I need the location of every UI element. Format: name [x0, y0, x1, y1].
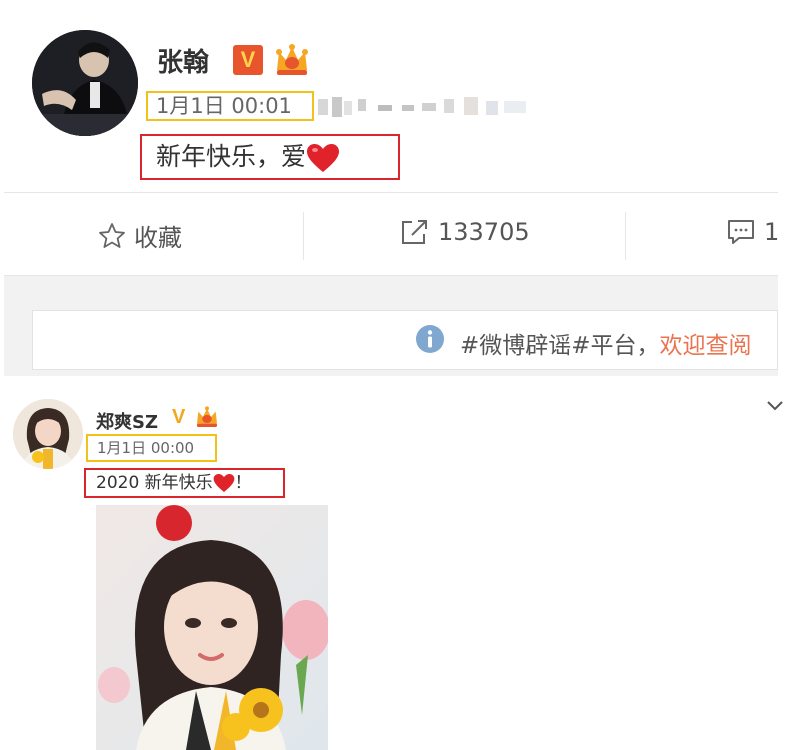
favorite-label: 收藏 — [134, 224, 182, 252]
notice-link[interactable]: 欢迎查阅 — [660, 333, 752, 359]
info-icon — [415, 324, 445, 354]
author-name[interactable]: 郑爽SZ — [96, 408, 158, 434]
avatar-photo — [32, 30, 138, 136]
post-text: 新年快乐，爱 — [156, 142, 307, 171]
crown-icon[interactable] — [273, 42, 311, 78]
post-text-end: ！ — [234, 473, 252, 493]
favorite-button[interactable]: 收藏 — [98, 218, 182, 253]
comment-count: 1 — [764, 218, 780, 246]
blurred-source — [318, 95, 528, 119]
comment-icon — [728, 220, 754, 244]
post-photo — [96, 505, 328, 750]
notice-text: #微博辟谣#平台，欢迎查阅 — [460, 326, 752, 360]
avatar-photo — [13, 399, 83, 469]
notice-prefix: #微博辟谣#平台， — [460, 333, 660, 359]
verified-v-icon: V — [172, 406, 186, 428]
post-time[interactable]: 1月1日 00:00 — [97, 439, 194, 457]
chevron-down-icon[interactable] — [766, 398, 784, 412]
post-text-highlight: 新年快乐，爱 — [140, 134, 400, 180]
repost-count: 133705 — [438, 218, 530, 246]
divider — [625, 212, 626, 260]
author-avatar[interactable] — [13, 399, 83, 469]
repost-icon — [402, 220, 427, 244]
post-text: 2020 新年快乐 — [96, 473, 213, 493]
comment-button[interactable]: 1 — [726, 218, 779, 246]
post-time-highlight: 1月1日 00:01 — [146, 91, 314, 121]
post-time[interactable]: 1月1日 00:01 — [156, 94, 292, 118]
author-avatar[interactable] — [32, 30, 138, 136]
post-image[interactable] — [96, 505, 328, 750]
divider — [303, 212, 304, 260]
heart-icon — [213, 473, 235, 493]
post-text-highlight: 2020 新年快乐 ！ — [84, 468, 285, 498]
verified-v-icon: V — [233, 45, 263, 75]
star-icon — [99, 222, 125, 248]
repost-button[interactable]: 133705 — [400, 218, 530, 246]
crown-icon[interactable] — [194, 405, 220, 429]
post-time-highlight: 1月1日 00:00 — [86, 434, 217, 462]
heart-icon — [307, 144, 340, 172]
author-name[interactable]: 张翰 — [157, 42, 209, 79]
